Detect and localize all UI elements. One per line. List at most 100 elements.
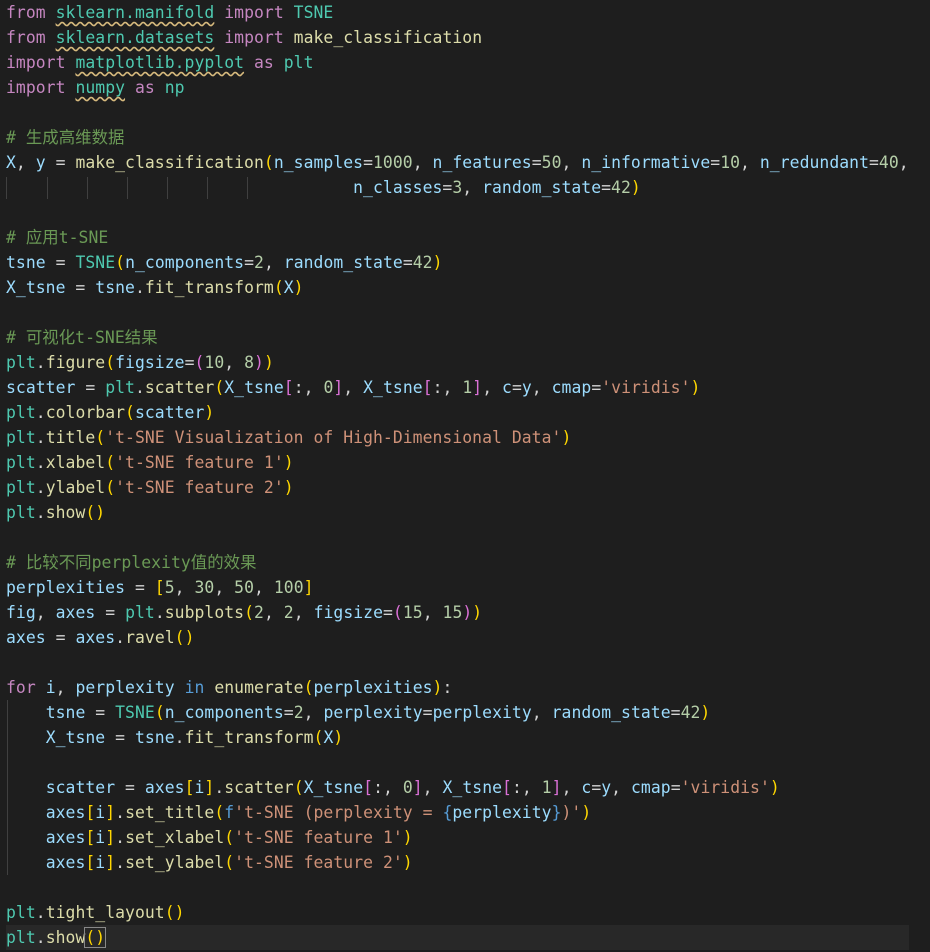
- code-token: :,: [373, 778, 403, 797]
- code-token: perplexities: [6, 578, 126, 597]
- code-line[interactable]: # 比较不同perplexity值的效果: [6, 550, 909, 575]
- code-token: 5: [164, 578, 175, 597]
- code-token: 'viridis': [601, 378, 691, 397]
- code-token: ylabel: [45, 478, 106, 497]
- code-line[interactable]: X, y = make_classification(n_samples=100…: [6, 150, 909, 175]
- code-token: ,: [263, 253, 284, 272]
- code-token: as: [253, 53, 274, 72]
- code-token: 't-SNE Visualization of High-Dimensional…: [105, 428, 562, 447]
- code-line[interactable]: scatter = plt.scatter(X_tsne[:, 0], X_ts…: [6, 375, 909, 400]
- code-line[interactable]: perplexities = [5, 30, 50, 100]: [6, 575, 909, 600]
- code-token: [: [363, 778, 374, 797]
- code-token: .: [154, 603, 165, 622]
- code-line[interactable]: plt.show(): [6, 500, 909, 525]
- code-line[interactable]: # 应用t-SNE: [6, 225, 909, 250]
- code-token: =: [670, 778, 681, 797]
- code-line[interactable]: n_classes=3, random_state=42): [6, 175, 909, 200]
- code-token: 't-SNE feature 2': [115, 478, 284, 497]
- code-token: perplexity: [75, 678, 175, 697]
- code-line[interactable]: for i, perplexity in enumerate(perplexit…: [6, 675, 909, 700]
- code-token: ): [581, 803, 592, 822]
- code-line[interactable]: plt.xlabel('t-SNE feature 1'): [6, 450, 909, 475]
- code-token: (: [194, 353, 205, 372]
- code-line[interactable]: axes = axes.ravel(): [6, 625, 909, 650]
- code-token: matplotlib.pyplot: [75, 53, 245, 72]
- code-token: ,: [224, 353, 245, 372]
- code-token: )': [561, 803, 582, 822]
- code-token: X_tsne: [442, 778, 503, 797]
- code-line[interactable]: [6, 525, 909, 550]
- code-token: =: [363, 153, 374, 172]
- code-token: subplots: [164, 603, 245, 622]
- code-line[interactable]: X_tsne = tsne.fit_transform(X): [6, 275, 909, 300]
- code-line[interactable]: [6, 100, 909, 125]
- code-line[interactable]: axes[i].set_title(f't-SNE (perplexity = …: [6, 800, 909, 825]
- code-line[interactable]: [6, 750, 909, 775]
- code-line[interactable]: tsne = TSNE(n_components=2, random_state…: [6, 250, 909, 275]
- code-line[interactable]: import numpy as np: [6, 75, 909, 100]
- code-token: =: [125, 578, 155, 597]
- code-line[interactable]: axes[i].set_ylabel('t-SNE feature 2'): [6, 850, 909, 875]
- code-token: =: [105, 728, 135, 747]
- code-editor[interactable]: from sklearn.manifold import TSNE from sk…: [0, 0, 930, 952]
- code-area[interactable]: from sklearn.manifold import TSNE from sk…: [6, 0, 909, 950]
- code-line[interactable]: # 生成高维数据: [6, 125, 909, 150]
- code-line[interactable]: from sklearn.datasets import make_classi…: [6, 25, 909, 50]
- code-line[interactable]: # 可视化t-SNE结果: [6, 325, 909, 350]
- code-token: random_state: [551, 703, 671, 722]
- code-token: (: [293, 778, 304, 797]
- code-token: :,: [511, 778, 542, 797]
- code-line[interactable]: fig, axes = plt.subplots(2, 2, figsize=(…: [6, 600, 909, 625]
- code-token: ,: [531, 378, 552, 397]
- code-line[interactable]: [6, 875, 909, 900]
- code-token: :,: [293, 378, 324, 397]
- code-line[interactable]: X_tsne = tsne.fit_transform(X): [6, 725, 909, 750]
- code-token: c: [581, 778, 592, 797]
- code-line[interactable]: scatter = axes[i].scatter(X_tsne[:, 0], …: [6, 775, 909, 800]
- code-token: ]: [472, 378, 483, 397]
- code-token: 42: [680, 703, 701, 722]
- code-line[interactable]: [6, 200, 909, 225]
- code-line[interactable]: from sklearn.manifold import TSNE: [6, 0, 909, 25]
- code-line[interactable]: [6, 650, 909, 675]
- code-line[interactable]: plt.tight_layout(): [6, 900, 909, 925]
- code-token: plt: [6, 428, 36, 447]
- code-token: .: [174, 728, 185, 747]
- code-token: (: [105, 353, 116, 372]
- code-line[interactable]: plt.ylabel('t-SNE feature 2'): [6, 475, 909, 500]
- code-token: ]: [303, 578, 314, 597]
- code-token: scatter: [144, 378, 215, 397]
- code-token: ): [402, 828, 413, 847]
- code-token: .: [35, 403, 46, 422]
- code-line[interactable]: plt.colorbar(scatter): [6, 400, 909, 425]
- code-line[interactable]: plt.figure(figsize=(10, 8)): [6, 350, 909, 375]
- code-line[interactable]: plt.show(): [6, 925, 909, 950]
- code-line[interactable]: plt.title('t-SNE Visualization of High-D…: [6, 425, 909, 450]
- code-token: ,: [422, 778, 443, 797]
- code-token: ravel: [125, 628, 175, 647]
- code-token: 2: [293, 703, 304, 722]
- code-line[interactable]: axes[i].set_xlabel('t-SNE feature 1'): [6, 825, 909, 850]
- code-token: # 生成高维数据: [6, 128, 125, 147]
- code-token: fit_transform: [144, 278, 274, 297]
- code-token: from: [6, 3, 46, 22]
- code-line[interactable]: import matplotlib.pyplot as plt: [6, 50, 909, 75]
- code-token: numpy: [75, 78, 126, 97]
- code-line[interactable]: tsne = TSNE(n_components=2, perplexity=p…: [6, 700, 909, 725]
- code-token: 50: [541, 153, 562, 172]
- code-token: tsne: [134, 728, 175, 747]
- code-line[interactable]: [6, 300, 909, 325]
- code-token: ,: [422, 603, 443, 622]
- code-token: ,: [343, 378, 364, 397]
- code-token: (: [214, 378, 225, 397]
- code-token: np: [164, 78, 185, 97]
- code-token: axes: [6, 628, 46, 647]
- code-token: plt: [6, 453, 36, 472]
- code-token: ,: [531, 703, 552, 722]
- code-token: # 比较不同perplexity值的效果: [6, 553, 257, 572]
